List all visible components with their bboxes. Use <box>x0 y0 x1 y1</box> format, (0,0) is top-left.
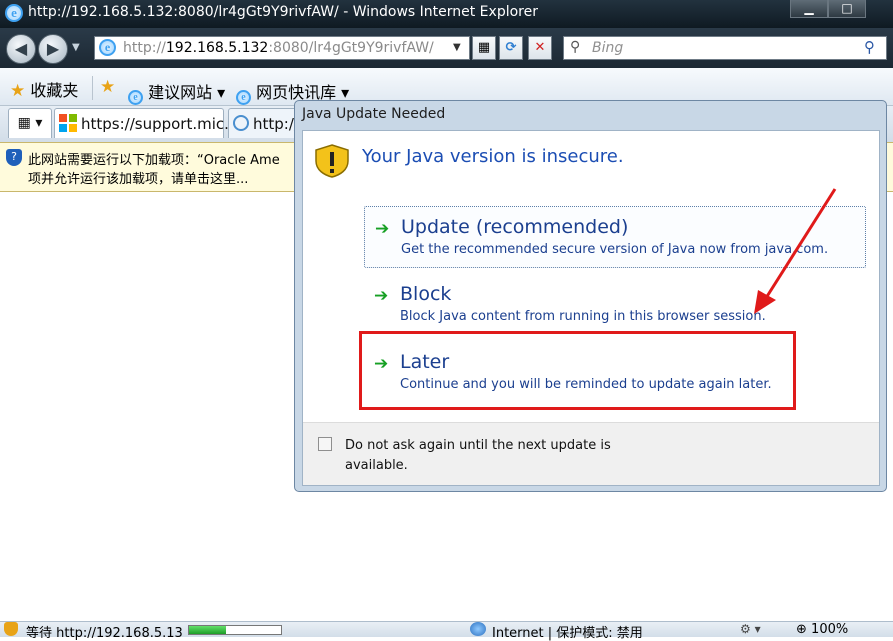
search-box[interactable]: ⚲ Bing ⚲ <box>563 36 887 60</box>
divider <box>92 76 93 100</box>
green-arrow-icon: ➔ <box>374 286 389 306</box>
minimize-button[interactable]: ▁ <box>790 0 828 18</box>
quick-tabs-button[interactable]: ▦ ▾ <box>8 108 52 138</box>
green-arrow-icon: ➔ <box>375 219 390 239</box>
window-title: http://192.168.5.132:8080/lr4gGt9Y9rivfA… <box>28 4 538 20</box>
status-text: 等待 http://192.168.5.13 <box>26 626 183 641</box>
warning-shield-icon <box>315 144 349 178</box>
back-button[interactable]: ◀ <box>6 34 36 64</box>
address-bar[interactable]: e http://192.168.5.132:8080/lr4gGt9Y9riv… <box>94 36 470 60</box>
forward-button[interactable]: ▶ <box>38 34 68 64</box>
add-favorite-star-icon: ★ <box>100 77 116 97</box>
option-title: Update (recommended) <box>401 216 629 238</box>
progress-bar <box>188 625 282 635</box>
search-provider-icon: ⚲ <box>570 39 581 55</box>
do-not-ask-label[interactable]: Do not ask again until the next update i… <box>345 436 645 476</box>
dialog-heading: Your Java version is insecure. <box>362 146 624 167</box>
compatibility-view-icon[interactable]: ▦ <box>472 36 496 60</box>
add-favorite-button[interactable]: ★ <box>100 77 115 97</box>
protected-mode-icon[interactable]: ⚙ ▾ <box>740 622 761 636</box>
web-slice-icon: e <box>236 90 251 105</box>
option-title: Block <box>400 283 452 305</box>
suggested-sites-link[interactable]: e 建议网站 ▾ <box>128 79 225 105</box>
ie-logo-icon: e <box>5 4 23 22</box>
page-ie-icon: e <box>99 39 116 56</box>
address-dropdown-icon[interactable]: ▼ <box>453 42 461 53</box>
loading-icon <box>233 115 249 131</box>
option-description: Block Java content from running in this … <box>400 309 766 324</box>
microsoft-logo-icon <box>59 114 77 132</box>
infobar-line2: 项并允许运行该加载项，请单击这里... <box>28 172 249 187</box>
search-placeholder[interactable]: Bing <box>592 40 623 56</box>
search-icon[interactable]: ⚲ <box>864 38 875 56</box>
recent-pages-chevron-icon[interactable]: ▼ <box>72 42 80 53</box>
internet-zone-globe-icon <box>470 622 486 636</box>
annotation-arrow-icon <box>754 188 837 314</box>
tab-support[interactable]: https://support.mic... <box>54 108 238 138</box>
zoom-icon: ⊕ <box>796 622 807 637</box>
zoom-level[interactable]: ⊕ 100% <box>796 622 848 637</box>
address-url[interactable]: http://192.168.5.132:8080/lr4gGt9Y9rivfA… <box>123 40 434 56</box>
tab-label: https://support.mic... <box>81 115 239 133</box>
do-not-ask-checkbox[interactable] <box>318 437 332 451</box>
maximize-button[interactable]: □ <box>828 0 866 18</box>
progress-fill <box>189 626 226 634</box>
infobar-line1: 此网站需要运行以下加载项：“Oracle Ame <box>28 153 280 168</box>
status-shield-icon <box>4 622 18 636</box>
suggested-sites-icon: e <box>128 90 143 105</box>
stop-icon[interactable]: ✕ <box>528 36 552 60</box>
highlight-annotation-box <box>359 331 796 410</box>
shield-icon: ? <box>6 149 22 166</box>
favorites-star-icon: ★ <box>10 81 26 101</box>
window-titlebar: e http://192.168.5.132:8080/lr4gGt9Y9riv… <box>0 0 893 28</box>
tab-current[interactable]: http:// <box>228 108 299 138</box>
tab-label: http:// <box>253 115 299 133</box>
favorites-button[interactable]: ★ 收藏夹 <box>10 77 78 101</box>
dialog-title: Java Update Needed <box>302 106 446 122</box>
security-zone-text[interactable]: Internet | 保护模式: 禁用 <box>492 622 643 641</box>
refresh-icon[interactable]: ⟳ <box>499 36 523 60</box>
